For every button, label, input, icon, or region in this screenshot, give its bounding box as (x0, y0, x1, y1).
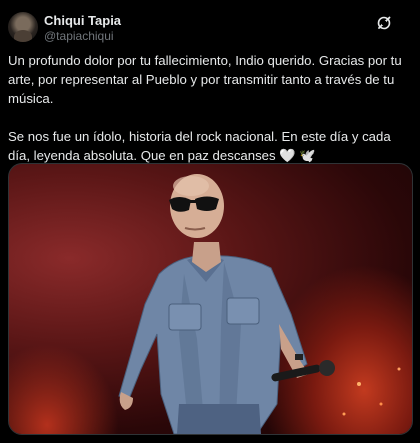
author-name[interactable]: Chiqui Tapia (44, 13, 121, 28)
tweet-photo[interactable] (8, 163, 413, 435)
tweet-paragraph-1: Un profundo dolor por tu fallecimiento, … (8, 53, 402, 106)
avatar[interactable] (8, 12, 38, 42)
grok-icon[interactable] (376, 15, 392, 31)
tweet-paragraph-2: Se nos fue un ídolo, historia del rock n… (8, 129, 391, 163)
tweet-header: Chiqui Tapia @tapiachiqui (8, 12, 412, 44)
author-handle[interactable]: @tapiachiqui (44, 29, 114, 43)
singer-photo (118, 174, 401, 434)
